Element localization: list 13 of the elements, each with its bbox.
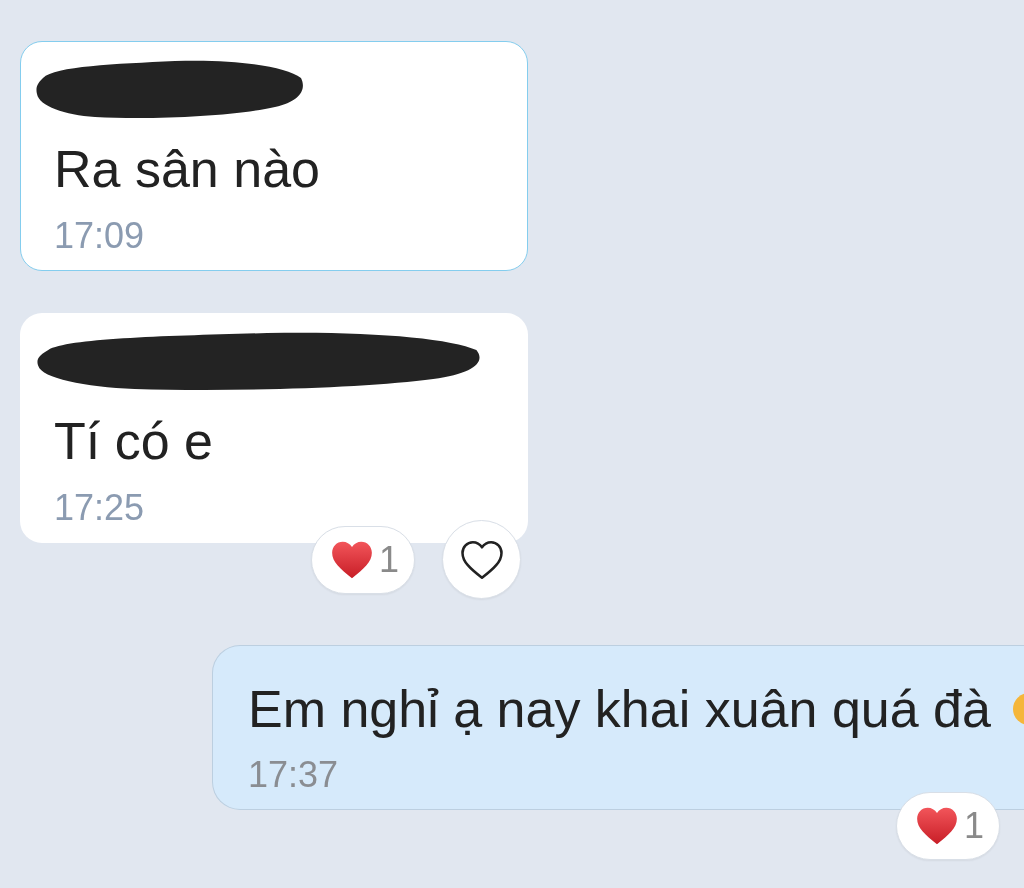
message-text: Em nghỉ ạ nay khai xuân quá đà xyxy=(248,679,991,740)
message-time: 17:09 xyxy=(54,214,145,257)
message-time: 17:37 xyxy=(248,753,339,796)
reaction-chip[interactable]: 1 xyxy=(896,792,1000,860)
reaction-count: 1 xyxy=(379,541,400,578)
heart-icon xyxy=(331,540,373,579)
message-text: Tí có e xyxy=(54,411,213,472)
reaction-chip[interactable]: 1 xyxy=(311,525,415,594)
message-text: Ra sân nào xyxy=(54,139,320,200)
heart-icon xyxy=(916,807,958,845)
heart-outline-icon xyxy=(459,539,504,580)
reaction-count: 1 xyxy=(964,808,985,844)
message-time: 17:25 xyxy=(54,486,145,529)
